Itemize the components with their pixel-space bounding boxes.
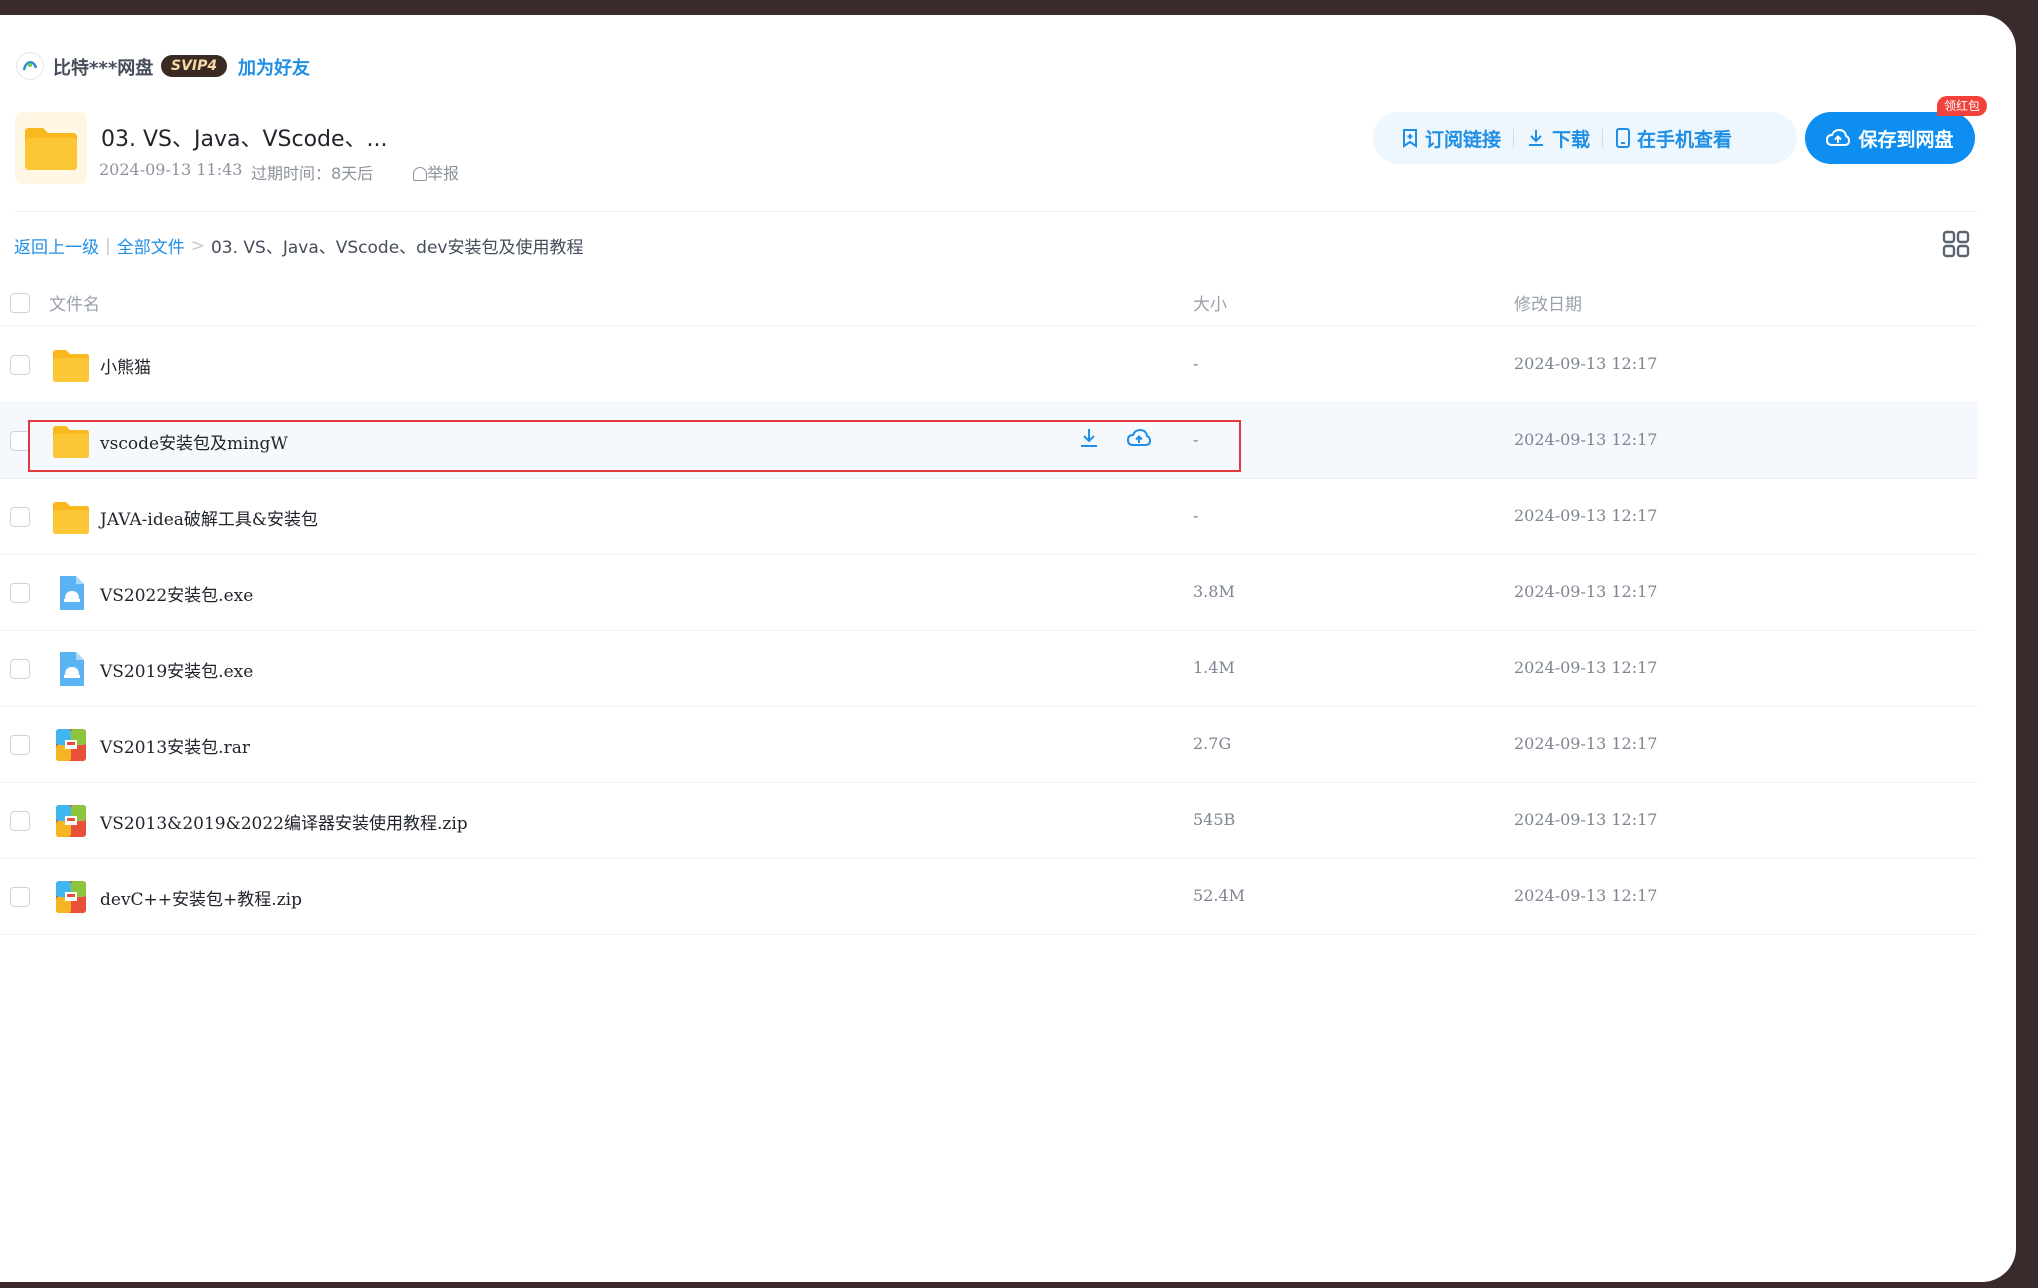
- share-title: 03. VS、Java、VScode、...: [101, 127, 388, 152]
- archive-file-icon: [56, 805, 86, 837]
- add-friend-link[interactable]: 加为好友: [238, 54, 310, 80]
- row-checkbox[interactable]: [10, 811, 30, 831]
- save-to-drive-button[interactable]: 保存到网盘: [1805, 112, 1975, 164]
- file-table-header: 文件名 大小 修改日期: [0, 276, 1978, 326]
- exe-file-icon: [60, 652, 84, 686]
- cloud-upload-icon: [1826, 128, 1851, 146]
- file-size: 52.4M: [1193, 886, 1246, 905]
- file-date: 2024-09-13 12:17: [1514, 430, 1658, 449]
- header-divider: [14, 211, 1978, 212]
- current-folder: 03. VS、Java、VScode、dev安装包及使用教程: [210, 238, 584, 258]
- row-checkbox[interactable]: [10, 659, 30, 679]
- table-row[interactable]: VS2013&2019&2022编译器安装使用教程.zip 545B 2024-…: [0, 783, 1978, 859]
- table-row[interactable]: VS2019安装包.exe 1.4M 2024-09-13 12:17: [0, 631, 1978, 707]
- vip-badge: SVIP4: [161, 55, 228, 77]
- share-date: 2024-09-13 11:43: [99, 160, 243, 179]
- row-checkbox[interactable]: [10, 583, 30, 603]
- file-name[interactable]: vscode安装包及mingW: [100, 429, 288, 454]
- file-date: 2024-09-13 12:17: [1514, 354, 1658, 373]
- avatar-logo-icon: [22, 61, 38, 71]
- file-date: 2024-09-13 12:17: [1514, 658, 1658, 677]
- select-all-checkbox[interactable]: [10, 293, 30, 313]
- report-link[interactable]: 举报: [413, 160, 459, 184]
- all-files-link[interactable]: 全部文件: [117, 233, 185, 258]
- file-size: -: [1193, 354, 1199, 373]
- exe-file-icon: [60, 576, 84, 610]
- row-checkbox[interactable]: [10, 735, 30, 755]
- table-row[interactable]: devC++安装包+教程.zip 52.4M 2024-09-13 12:17: [0, 859, 1978, 935]
- breadcrumb: 返回上一级 | 全部文件 > 03. VS、Java、VScode、dev安装包…: [14, 233, 584, 259]
- row-checkbox[interactable]: [10, 507, 30, 527]
- sharer-name: 比特***网盘: [53, 58, 154, 79]
- file-name[interactable]: VS2022安装包.exe: [100, 581, 253, 606]
- report-icon: [413, 167, 427, 181]
- action-toolbar: 订阅链接 下载 在手机查看: [1373, 112, 1797, 164]
- archive-file-icon: [56, 881, 86, 913]
- column-date[interactable]: 修改日期: [1514, 290, 1582, 315]
- folder-icon: [53, 426, 89, 458]
- file-date: 2024-09-13 12:17: [1514, 886, 1658, 905]
- row-download-icon[interactable]: [1076, 425, 1102, 451]
- file-name[interactable]: VS2013安装包.rar: [100, 733, 250, 758]
- row-actions: [1076, 425, 1152, 451]
- table-row[interactable]: vscode安装包及mingW - 2024-09-13 12:17: [0, 403, 1978, 479]
- file-size: 1.4M: [1193, 658, 1235, 677]
- phone-icon: [1616, 128, 1631, 148]
- download-button[interactable]: 下载: [1514, 125, 1602, 152]
- back-link[interactable]: 返回上一级: [14, 233, 99, 258]
- row-checkbox[interactable]: [10, 355, 30, 375]
- grid-view-icon[interactable]: [1942, 230, 1970, 258]
- file-name[interactable]: devC++安装包+教程.zip: [100, 885, 302, 910]
- row-checkbox[interactable]: [10, 887, 30, 907]
- folder-icon: [53, 502, 89, 534]
- red-packet-badge[interactable]: 领红包: [1937, 96, 1988, 116]
- table-row[interactable]: VS2013安装包.rar 2.7G 2024-09-13 12:17: [0, 707, 1978, 783]
- table-row[interactable]: 小熊猫 - 2024-09-13 12:17: [0, 327, 1978, 403]
- file-date: 2024-09-13 12:17: [1514, 506, 1658, 525]
- breadcrumb-pipe: |: [105, 235, 111, 256]
- column-size[interactable]: 大小: [1193, 290, 1227, 315]
- share-folder-icon: [15, 112, 87, 184]
- row-checkbox[interactable]: [10, 431, 30, 451]
- table-row[interactable]: JAVA-idea破解工具&安装包 - 2024-09-13 12:17: [0, 479, 1978, 555]
- file-size: 545B: [1193, 810, 1236, 829]
- folder-icon: [53, 350, 89, 382]
- file-date: 2024-09-13 12:17: [1514, 734, 1658, 753]
- file-name[interactable]: JAVA-idea破解工具&安装包: [100, 505, 318, 530]
- user-avatar[interactable]: [16, 52, 44, 80]
- file-name[interactable]: VS2019安装包.exe: [100, 657, 253, 682]
- subscribe-icon: [1403, 129, 1417, 148]
- view-on-phone-button[interactable]: 在手机查看: [1603, 125, 1744, 152]
- subscribe-link-button[interactable]: 订阅链接: [1389, 125, 1513, 152]
- column-name[interactable]: 文件名: [49, 290, 100, 315]
- file-size: 2.7G: [1193, 734, 1232, 753]
- row-save-cloud-icon[interactable]: [1126, 425, 1152, 451]
- table-row[interactable]: VS2022安装包.exe 3.8M 2024-09-13 12:17: [0, 555, 1978, 631]
- file-size: 3.8M: [1193, 582, 1235, 601]
- file-date: 2024-09-13 12:17: [1514, 582, 1658, 601]
- expiry-time: 过期时间：8天后: [251, 164, 374, 183]
- file-name[interactable]: 小熊猫: [100, 353, 151, 378]
- archive-file-icon: [56, 729, 86, 761]
- file-size: -: [1193, 506, 1199, 525]
- breadcrumb-separator: >: [190, 235, 205, 256]
- file-date: 2024-09-13 12:17: [1514, 810, 1658, 829]
- file-size: -: [1193, 430, 1199, 449]
- file-name[interactable]: VS2013&2019&2022编译器安装使用教程.zip: [100, 809, 468, 834]
- download-icon: [1529, 130, 1544, 146]
